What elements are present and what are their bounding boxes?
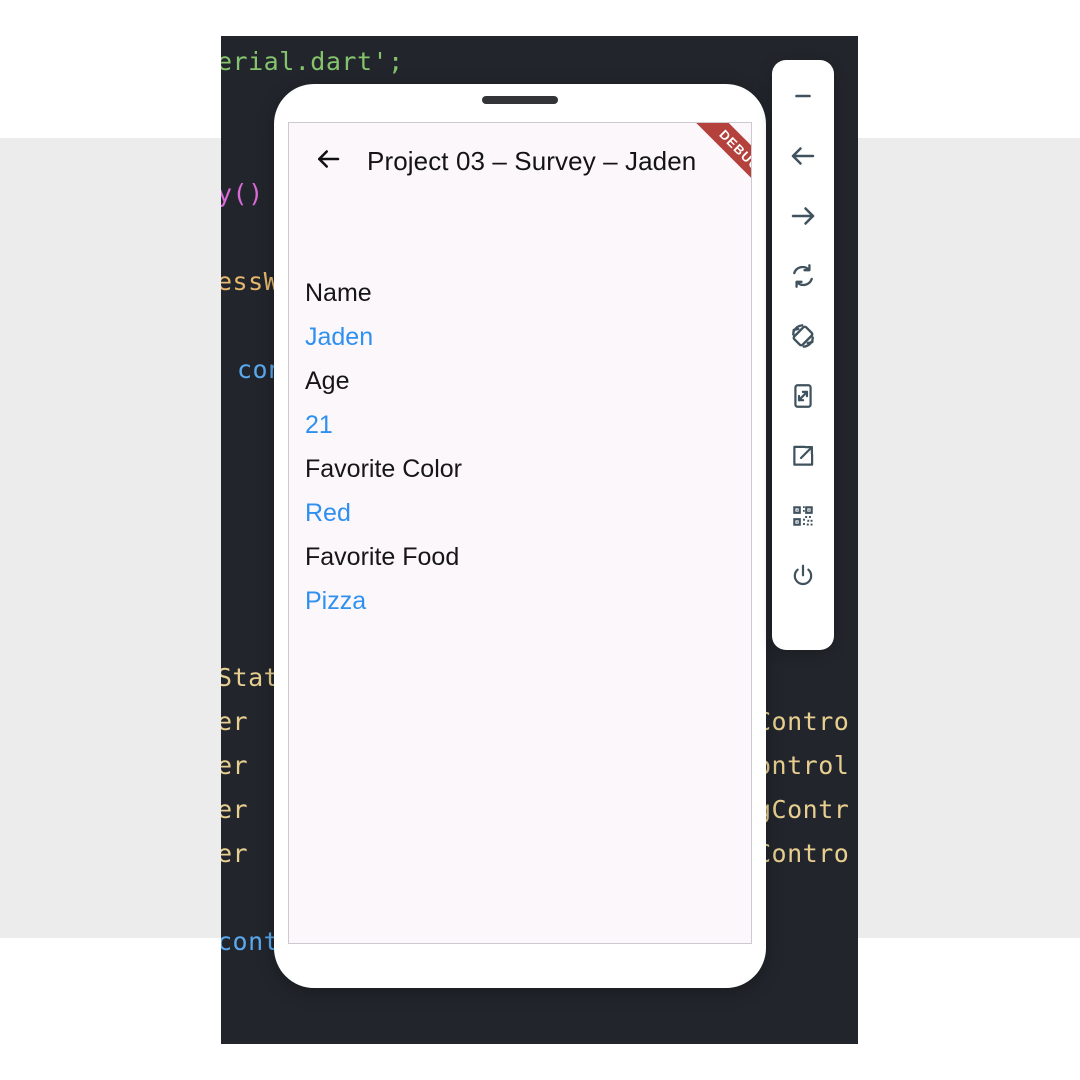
toolbar-refresh-button[interactable] xyxy=(772,246,834,306)
toolbar-back-button[interactable] xyxy=(772,126,834,186)
device-speaker xyxy=(482,96,558,104)
code-line: Stat xyxy=(221,663,280,692)
qr-code-icon xyxy=(790,503,816,529)
code-line: gContr xyxy=(756,795,850,824)
toolbar-rotate-button[interactable] xyxy=(772,306,834,366)
toolbar-open-external-button[interactable] xyxy=(772,426,834,486)
survey-field-value: Pizza xyxy=(305,587,367,615)
survey-field-label: Age xyxy=(305,367,350,395)
toolbar-qr-code-button[interactable] xyxy=(772,486,834,546)
survey-field-list: Name Jaden Age 21 Favorite Color Red Favorite … xyxy=(289,199,751,623)
arrow-right-icon xyxy=(788,201,818,231)
code-line: ontrol xyxy=(756,751,850,780)
code-line: essW xyxy=(221,267,280,296)
survey-field-label: Favorite Food xyxy=(305,543,460,571)
arrow-left-icon xyxy=(788,141,818,171)
survey-field-value: 21 xyxy=(305,411,333,439)
screen-size-icon xyxy=(789,382,817,410)
refresh-icon xyxy=(789,262,817,290)
survey-field-value: Red xyxy=(305,499,351,527)
toolbar-forward-button[interactable] xyxy=(772,186,834,246)
toolbar-power-button[interactable] xyxy=(772,546,834,606)
back-button[interactable] xyxy=(311,144,345,178)
device-screen: Project 03 – Survey – Jaden DEBUG Name Ja… xyxy=(288,122,752,944)
code-line: cont xyxy=(221,927,280,956)
arrow-left-icon xyxy=(313,144,343,179)
code-line: erial.dart'; xyxy=(221,47,404,76)
code-line: y() xyxy=(221,179,264,208)
code-line: er xyxy=(221,707,280,736)
app-bar: Project 03 – Survey – Jaden DEBUG xyxy=(289,123,751,212)
device-frame: Project 03 – Survey – Jaden DEBUG Name Ja… xyxy=(274,84,766,988)
code-line: Contro xyxy=(756,707,850,736)
open-external-icon xyxy=(789,442,817,470)
survey-field-value: Jaden xyxy=(305,323,374,351)
toolbar-screen-size-button[interactable] xyxy=(772,366,834,426)
power-icon xyxy=(789,562,817,590)
screenshot-root: erial.dart'; y() essW con Stat er er a er c er … xyxy=(0,0,1080,1080)
device-preview-toolbar xyxy=(772,60,834,650)
survey-field-label: Name xyxy=(305,279,372,307)
page-title: Project 03 – Survey – Jaden xyxy=(367,145,697,176)
code-line: Contro xyxy=(756,839,850,868)
minimize-button[interactable] xyxy=(772,66,834,126)
survey-field-label: Favorite Color xyxy=(305,455,462,483)
minimize-icon xyxy=(790,83,816,109)
screen-rotation-icon xyxy=(788,321,818,351)
